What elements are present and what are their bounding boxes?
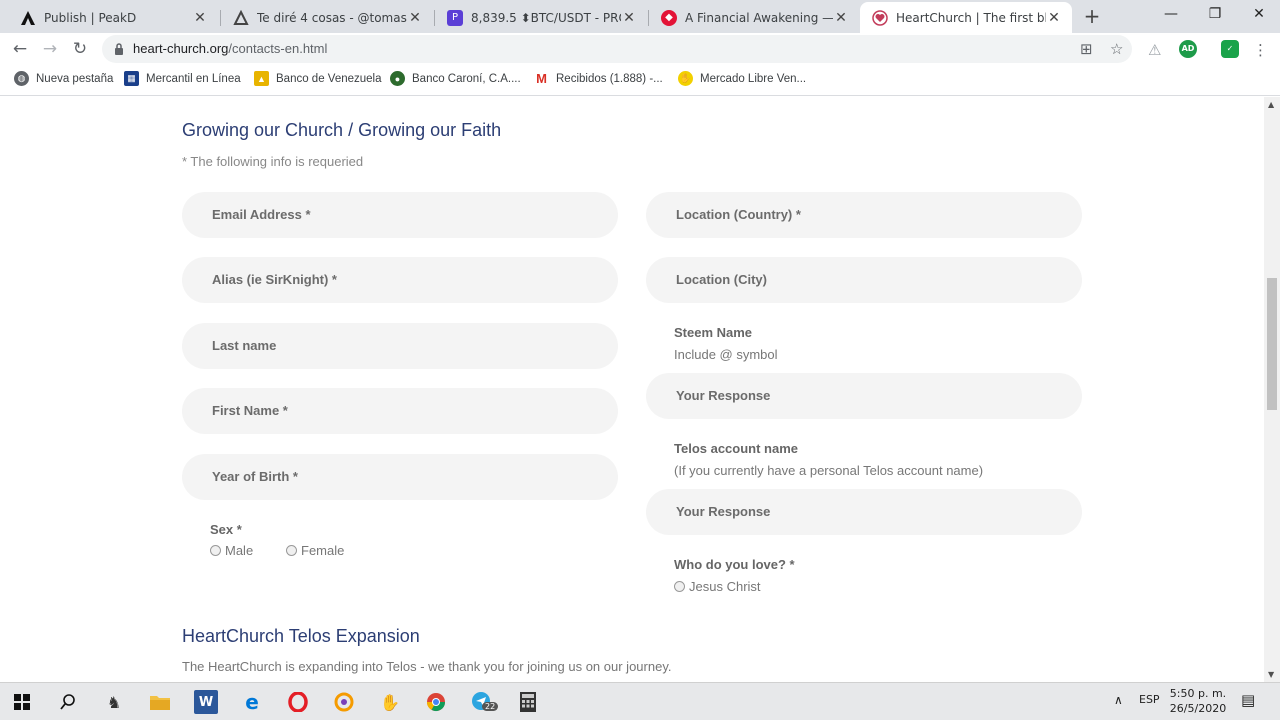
gmail-icon: M	[536, 71, 547, 86]
radio-male[interactable]: Male	[210, 543, 253, 558]
radio-circle-icon[interactable]	[210, 545, 221, 556]
steem-name-hint: Include @ symbol	[674, 347, 778, 362]
page-content: Growing our Church / Growing our Faith *…	[0, 97, 1264, 682]
telegram-badge: 22	[482, 702, 499, 711]
first-name-field[interactable]: First Name *	[182, 388, 618, 434]
chrome-icon[interactable]	[424, 690, 448, 714]
forward-arrow-icon[interactable]: →	[38, 37, 62, 61]
tab-probit[interactable]: P 8,839.5 ⬍BTC/USDT - PROBIT, P ✕	[435, 2, 647, 33]
globe-icon: ◍	[14, 71, 29, 86]
scroll-down-icon[interactable]: ▼	[1268, 670, 1274, 679]
windows-taskbar: ♞ W e ✋ 22 ∧ ESP 5:50 p. m. 26/5/2020 ▤	[0, 682, 1280, 720]
calculator-icon[interactable]	[516, 690, 540, 714]
bookmark-banco-venezuela[interactable]: ▲ Banco de Venezuela	[254, 71, 382, 86]
radio-jesus-christ[interactable]: Jesus Christ	[674, 579, 761, 594]
close-window-icon[interactable]: ✕	[1236, 0, 1280, 30]
browser-toolbar: ← → ↻ heart-church.org/contacts-en.html …	[0, 33, 1280, 65]
close-tab-icon[interactable]: ✕	[833, 10, 849, 26]
heartchurch-icon	[872, 9, 888, 26]
tab-title: A Financial Awakening — Hive	[685, 10, 833, 25]
year-of-birth-field[interactable]: Year of Birth *	[182, 454, 618, 500]
url-text: heart-church.org/contacts-en.html	[133, 41, 328, 56]
email-field[interactable]: Email Address *	[182, 192, 618, 238]
steem-name-field[interactable]: Your Response	[646, 373, 1082, 419]
sex-label: Sex *	[210, 522, 242, 537]
mercantil-icon: ▦	[124, 71, 139, 86]
tab-strip: Publish | PeakD ✕ Te diré 4 cosas - @tom…	[0, 0, 1280, 33]
new-tab-plus-icon[interactable]: +	[1082, 5, 1102, 27]
chevron-up-icon[interactable]: ∧	[1114, 693, 1123, 707]
peakd-icon	[20, 10, 36, 26]
last-name-field[interactable]: Last name	[182, 323, 618, 369]
bookmark-mercado-libre[interactable]: ✋ Mercado Libre Ven...	[678, 71, 806, 86]
probit-icon: P	[447, 9, 463, 26]
hive-icon	[233, 9, 249, 26]
page-scrollbar[interactable]: ▲ ▼	[1264, 97, 1280, 682]
bookmark-star-icon[interactable]: ☆	[1110, 40, 1123, 58]
tab-hive-post[interactable]: Te diré 4 cosas - @tomas.enric ✕	[221, 2, 433, 33]
minimize-icon[interactable]: —	[1148, 0, 1194, 30]
banco-caroni-icon: ●	[390, 71, 405, 86]
translate-icon[interactable]: ⊞	[1080, 40, 1093, 58]
word-icon[interactable]: W	[194, 690, 218, 714]
file-explorer-icon[interactable]	[148, 690, 172, 714]
bookmark-gmail[interactable]: M Recibidos (1.888) -...	[534, 71, 663, 86]
expansion-text: The HeartChurch is expanding into Telos …	[182, 659, 672, 674]
scroll-thumb[interactable]	[1267, 278, 1277, 410]
close-tab-icon[interactable]: ✕	[1046, 10, 1062, 26]
tab-title: Publish | PeakD	[44, 10, 137, 25]
tab-peakd[interactable]: Publish | PeakD ✕	[8, 2, 218, 33]
expansion-heading: HeartChurch Telos Expansion	[182, 626, 420, 646]
language-indicator[interactable]: ESP	[1139, 693, 1160, 706]
address-bar[interactable]: heart-church.org/contacts-en.html ⊞ ☆	[102, 35, 1132, 63]
radio-circle-icon[interactable]	[286, 545, 297, 556]
notifications-icon[interactable]: ▤	[1241, 691, 1255, 709]
telos-account-field[interactable]: Your Response	[646, 489, 1082, 535]
chess-app-icon[interactable]: ♞	[102, 690, 126, 714]
required-note: * The following info is requeried	[182, 154, 364, 169]
telos-account-label: Telos account name	[674, 441, 799, 456]
bookmark-mercantil[interactable]: ▦ Mercantil en Línea	[124, 71, 241, 86]
tab-title: HeartChurch | The first blockch	[896, 10, 1046, 25]
tab-title: 8,839.5 ⬍BTC/USDT - PROBIT, P	[471, 10, 621, 25]
hand-app-icon[interactable]: ✋	[378, 690, 402, 714]
opera-icon[interactable]	[286, 690, 310, 714]
radio-female[interactable]: Female	[286, 543, 344, 558]
close-tab-icon[interactable]: ✕	[621, 10, 637, 26]
location-country-field[interactable]: Location (Country) *	[646, 192, 1082, 238]
close-tab-icon[interactable]: ✕	[192, 10, 208, 26]
location-city-field[interactable]: Location (City)	[646, 257, 1082, 303]
telegram-icon[interactable]: 22	[470, 690, 499, 714]
lock-icon	[114, 43, 124, 58]
edge-icon[interactable]: e	[240, 690, 264, 714]
scroll-up-icon[interactable]: ▲	[1268, 100, 1274, 109]
shield-check-icon[interactable]: ✓	[1221, 40, 1239, 58]
app-ring-icon[interactable]	[332, 690, 356, 714]
system-clock[interactable]: 5:50 p. m. 26/5/2020	[1168, 686, 1228, 716]
reload-icon[interactable]: ↻	[68, 37, 92, 61]
extension-puzzle-icon[interactable]: ⚠	[1148, 41, 1161, 59]
bookmark-banco-caroni[interactable]: ● Banco Caroní, C.A....	[390, 71, 521, 86]
steem-name-label: Steem Name	[674, 325, 753, 340]
telos-account-hint: (If you currently have a personal Telos …	[674, 463, 984, 478]
adblock-extension-icon[interactable]: AD	[1179, 40, 1197, 58]
search-icon[interactable]	[56, 690, 80, 714]
windows-start-icon[interactable]	[10, 690, 34, 714]
close-tab-icon[interactable]: ✕	[407, 10, 423, 26]
who-do-you-love-label: Who do you love? *	[674, 557, 795, 572]
bookmarks-bar: ◍ Nueva pestaña ▦ Mercantil en Línea ▲ B…	[0, 65, 1280, 96]
radio-circle-icon[interactable]	[674, 581, 685, 592]
alias-field[interactable]: Alias (ie SirKnight) *	[182, 257, 618, 303]
tab-heartchurch[interactable]: HeartChurch | The first blockch ✕	[860, 2, 1072, 33]
bookmark-nueva-pestana[interactable]: ◍ Nueva pestaña	[14, 71, 113, 86]
tab-financial-awakening[interactable]: ◆ A Financial Awakening — Hive ✕	[649, 2, 859, 33]
back-arrow-icon[interactable]: ←	[8, 37, 32, 61]
hive-red-icon: ◆	[661, 9, 677, 26]
mercado-libre-icon: ✋	[678, 71, 693, 86]
restore-icon[interactable]: ❐	[1192, 0, 1238, 30]
form-heading: Growing our Church / Growing our Faith	[182, 120, 502, 140]
tab-title: Te diré 4 cosas - @tomas.enric	[257, 10, 407, 25]
banco-venezuela-icon: ▲	[254, 71, 269, 86]
menu-dots-icon[interactable]: ⋮	[1253, 41, 1268, 59]
